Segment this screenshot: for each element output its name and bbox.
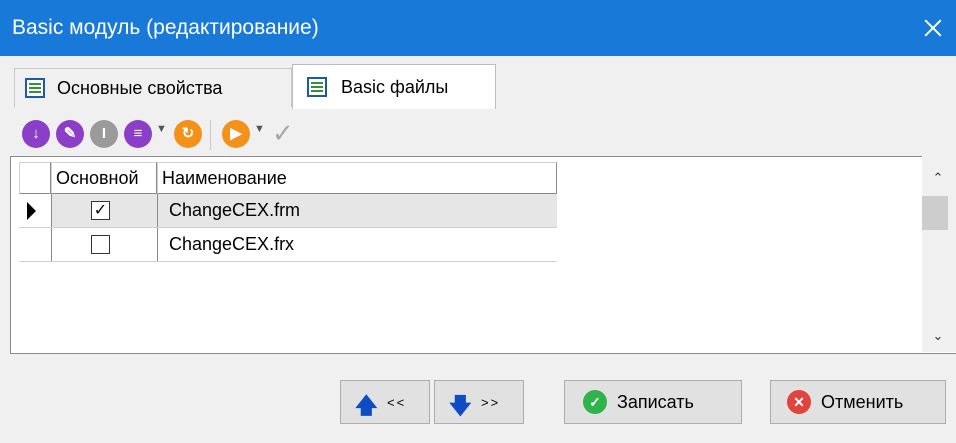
- main-cell: [51, 228, 158, 261]
- move-up-label: <<: [387, 395, 407, 410]
- cancel-button[interactable]: ✕ Отменить: [770, 380, 946, 424]
- scroll-up-icon[interactable]: ⌃: [926, 170, 950, 186]
- window-title: Basic модуль (редактирование): [12, 16, 319, 39]
- toolbar-separator: [210, 120, 211, 150]
- scroll-down-icon[interactable]: ⌄: [926, 328, 950, 344]
- save-button[interactable]: ✓ Записать: [564, 380, 742, 424]
- chevron-down-icon[interactable]: ▼: [156, 123, 167, 135]
- files-grid: Основной Наименование ✓ ChangeCEX.frm Ch…: [10, 156, 956, 354]
- arrow-up-icon: 🡅: [355, 393, 378, 418]
- title-bar: Basic модуль (редактирование): [0, 0, 956, 56]
- row-indicator: [19, 228, 52, 261]
- run-icon[interactable]: ▶: [222, 120, 250, 148]
- main-checkbox[interactable]: [91, 235, 110, 254]
- refresh-icon[interactable]: ↻: [174, 120, 202, 148]
- main-checkbox[interactable]: ✓: [91, 201, 110, 220]
- table-row[interactable]: ChangeCEX.frx: [19, 228, 557, 262]
- file-name-cell[interactable]: ChangeCEX.frx: [165, 228, 561, 261]
- toolbar: ↓ ✎ I ≡ ▼ ↻ ▶ ▼ ✓: [0, 112, 956, 156]
- arrow-down-icon: 🡇: [449, 393, 472, 418]
- table-row[interactable]: ✓ ChangeCEX.frm: [19, 194, 557, 228]
- form-icon: [25, 78, 45, 98]
- form-icon: [307, 77, 327, 97]
- chevron-down-icon[interactable]: ▼: [254, 123, 265, 135]
- close-button[interactable]: [908, 0, 956, 56]
- tab-main-properties[interactable]: Основные свойства: [14, 68, 292, 107]
- save-label: Записать: [617, 392, 694, 412]
- row-pointer-icon: [27, 202, 36, 220]
- move-down-label: >>: [481, 395, 501, 410]
- tab-basic-files[interactable]: Basic файлы: [292, 64, 496, 109]
- delete-icon[interactable]: I: [90, 120, 118, 148]
- move-down-button[interactable]: 🡇 >>: [434, 380, 524, 424]
- close-circle-icon: ✕: [787, 390, 811, 414]
- column-header-name[interactable]: Наименование: [157, 162, 557, 194]
- move-up-button[interactable]: 🡅 <<: [340, 380, 430, 424]
- tab-label: Basic файлы: [341, 77, 449, 97]
- file-name-cell[interactable]: ChangeCEX.frm: [165, 194, 561, 227]
- tab-label: Основные свойства: [57, 78, 223, 98]
- column-header-main[interactable]: Основной: [51, 162, 157, 194]
- add-icon[interactable]: ↓: [22, 120, 50, 148]
- cancel-label: Отменить: [821, 392, 904, 412]
- edit-icon[interactable]: ✎: [56, 120, 84, 148]
- main-cell: ✓: [51, 194, 158, 227]
- row-indicator-header: [19, 162, 51, 194]
- row-indicator: [19, 194, 52, 227]
- tab-bar: Основные свойства Basic файлы: [0, 56, 956, 109]
- check-circle-icon: ✓: [583, 390, 607, 414]
- scroll-thumb[interactable]: [922, 196, 948, 230]
- list-icon[interactable]: ≡: [124, 120, 152, 148]
- check-icon[interactable]: ✓: [272, 118, 294, 149]
- vertical-scrollbar[interactable]: ⌃ ⌄: [922, 156, 956, 352]
